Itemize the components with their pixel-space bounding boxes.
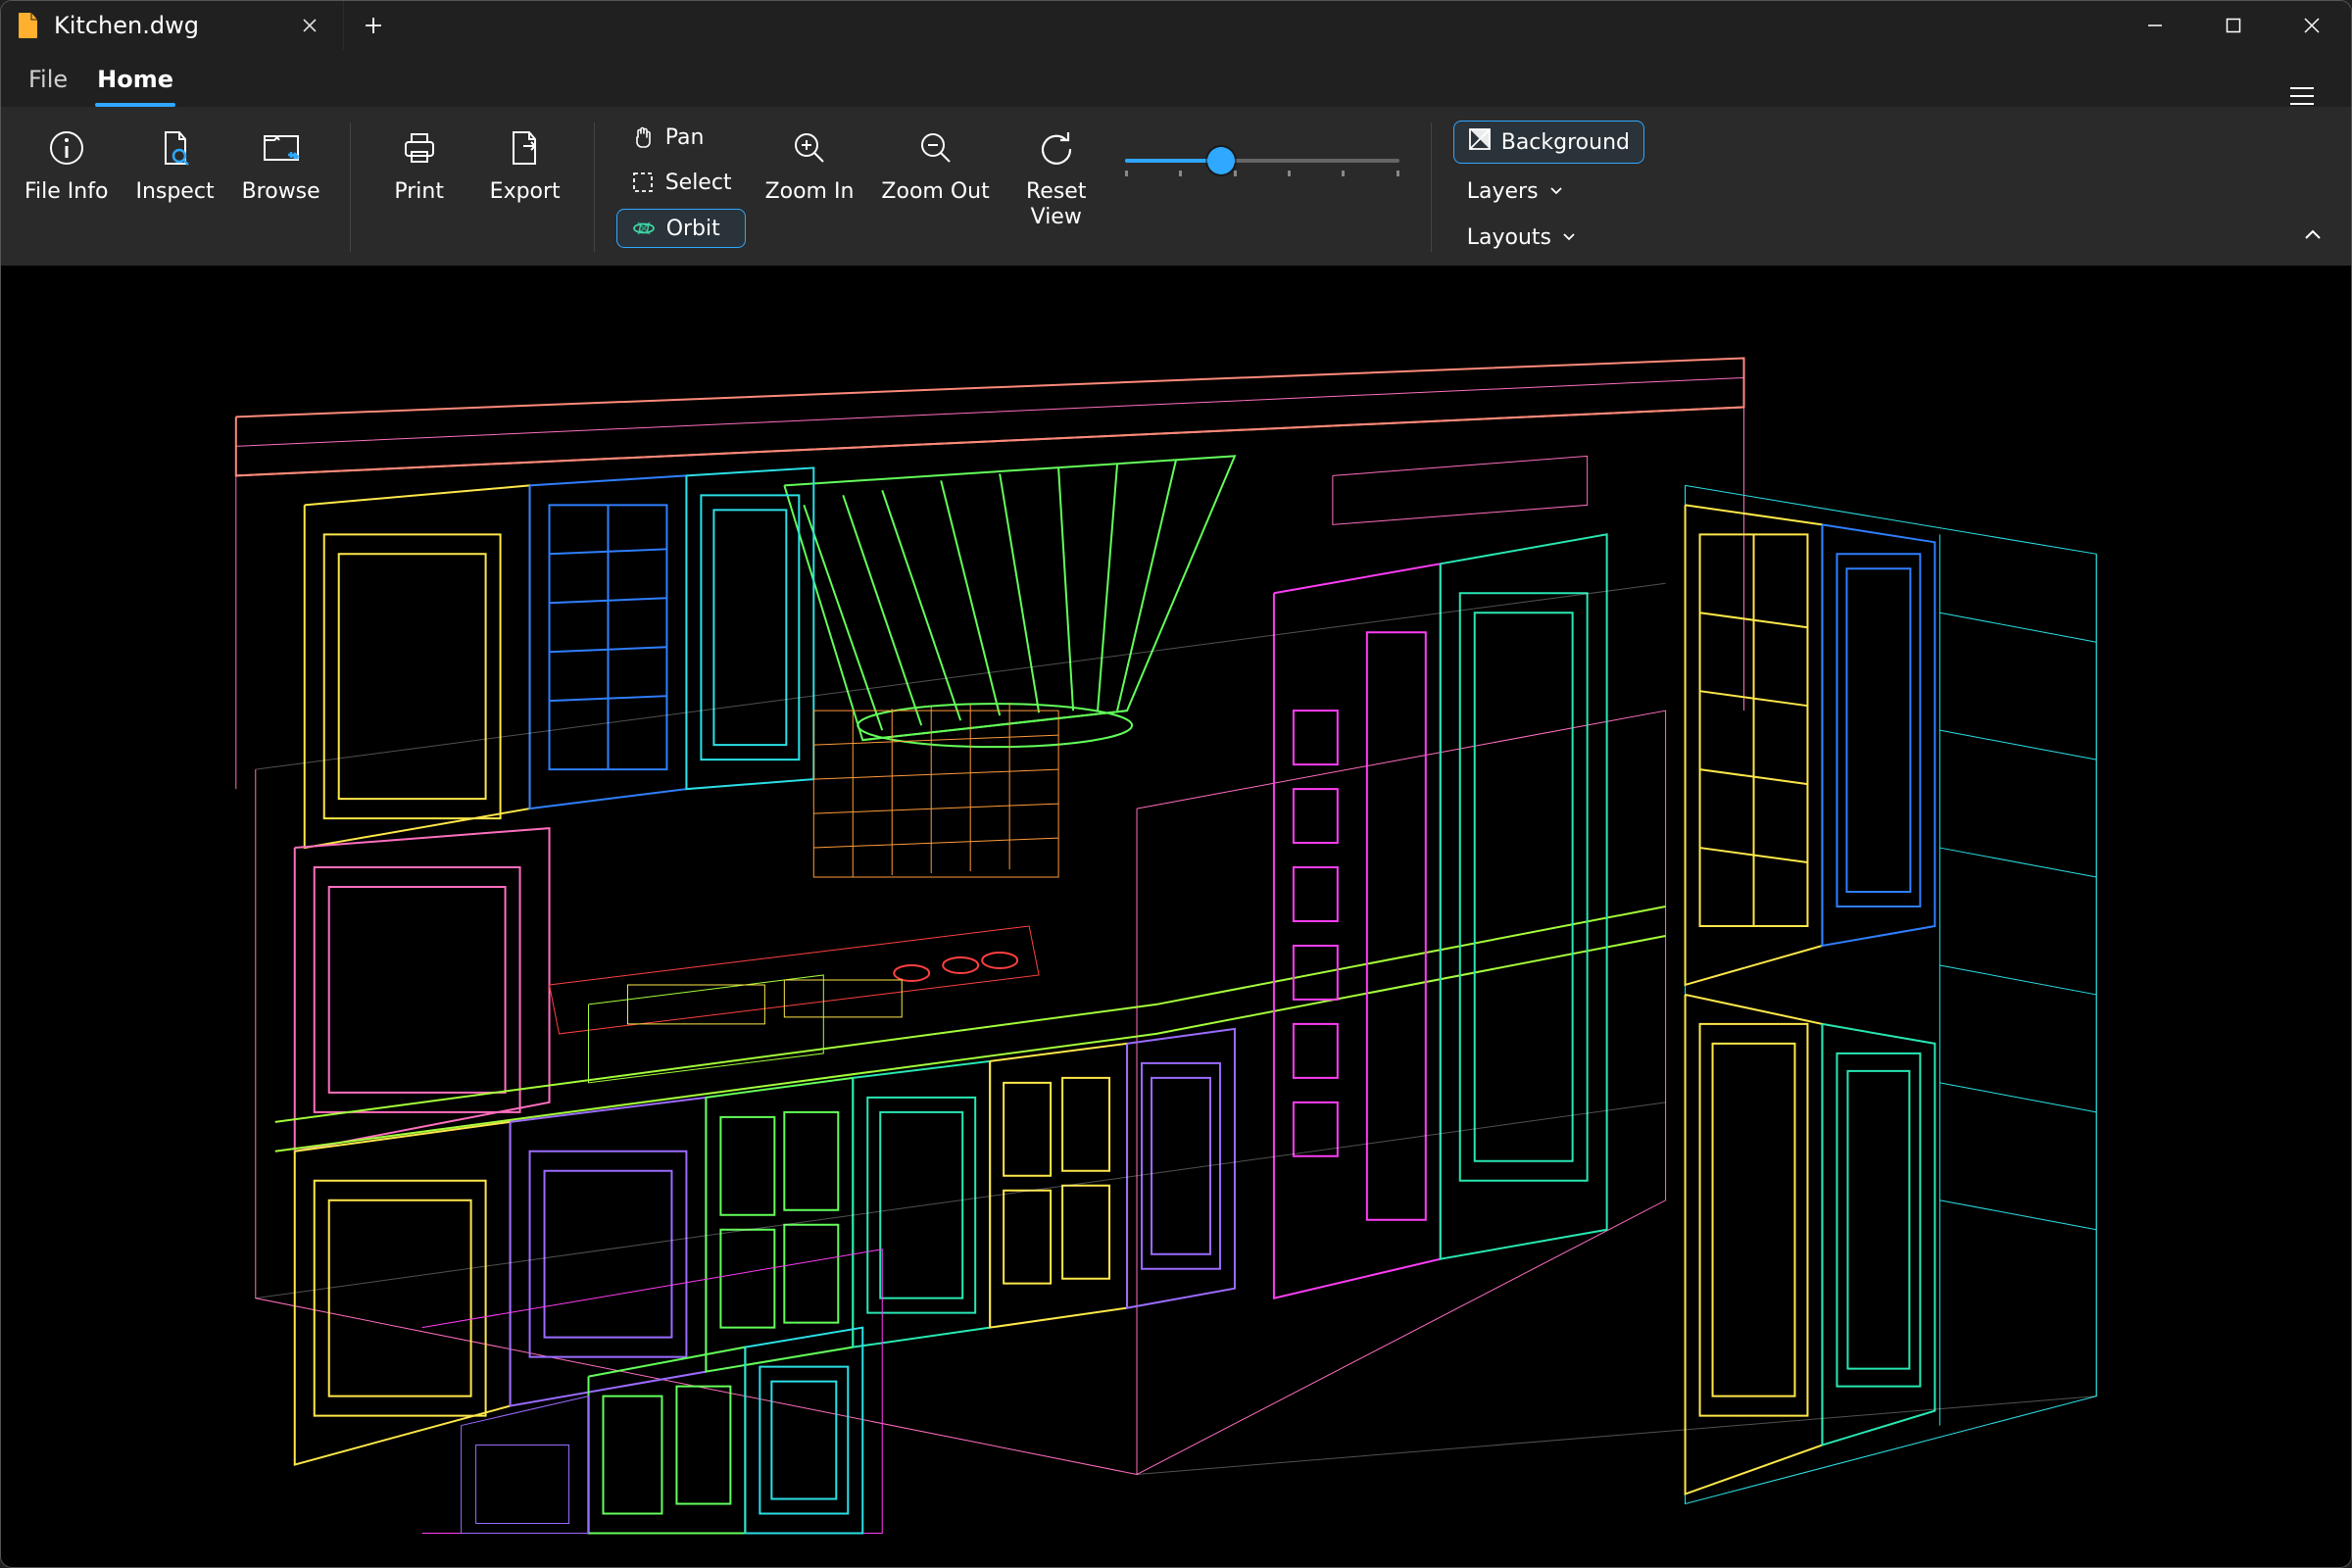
select-icon [630, 170, 656, 195]
orbit-button[interactable]: Orbit [616, 209, 746, 248]
inspect-icon [156, 126, 195, 170]
minimize-button[interactable] [2116, 1, 2194, 50]
zoom-slider-thumb[interactable] [1207, 147, 1235, 174]
titlebar: Kitchen.dwg [1, 1, 2351, 50]
close-tab-button[interactable] [296, 12, 323, 39]
file-info-button[interactable]: File Info [17, 119, 116, 211]
pan-button[interactable]: Pan [616, 119, 746, 156]
ribbon-group-output: Print Export [372, 119, 572, 211]
ribbon: File Info Inspect Browse Print [1, 107, 2351, 266]
menu-home[interactable]: Home [85, 56, 185, 107]
browse-button[interactable]: Browse [234, 119, 328, 211]
orbit-icon [631, 216, 657, 241]
ribbon-group-navigate: Pan Select Orbit [616, 119, 1409, 248]
reset-view-button[interactable]: Reset View [1009, 119, 1103, 237]
print-button[interactable]: Print [372, 119, 466, 211]
new-tab-button[interactable] [344, 1, 403, 50]
chevron-down-icon [1561, 225, 1577, 250]
menu-file[interactable]: File [17, 56, 79, 107]
app-window: Kitchen.dwg File Home [0, 0, 2352, 1568]
browse-label: Browse [242, 179, 320, 205]
background-icon [1468, 127, 1492, 157]
titlebar-drag-area[interactable] [403, 1, 2116, 50]
document-tab[interactable]: Kitchen.dwg [1, 1, 344, 50]
layouts-label: Layouts [1467, 225, 1551, 250]
export-icon [506, 126, 545, 170]
layers-label: Layers [1467, 179, 1539, 204]
close-window-button[interactable] [2273, 1, 2351, 50]
tab-title: Kitchen.dwg [54, 12, 282, 39]
ribbon-separator [350, 122, 351, 252]
print-label: Print [394, 179, 444, 205]
zoom-in-icon [790, 126, 829, 170]
layers-dropdown[interactable]: Layers [1453, 173, 1644, 210]
export-button[interactable]: Export [478, 119, 572, 211]
reset-icon [1037, 126, 1076, 170]
print-icon [400, 126, 439, 170]
wireframe-rendering [1, 266, 2351, 1567]
zoom-out-label: Zoom Out [881, 179, 989, 205]
info-icon [47, 126, 86, 170]
reset-view-label: Reset View [1026, 179, 1086, 231]
menu-strip: File Home [1, 50, 2351, 107]
pan-label: Pan [665, 125, 705, 150]
folder-icon [261, 126, 302, 170]
background-label: Background [1501, 130, 1630, 155]
orbit-label: Orbit [666, 217, 720, 241]
file-info-label: File Info [24, 179, 108, 205]
export-label: Export [490, 179, 561, 205]
background-button[interactable]: Background [1453, 121, 1644, 164]
zoom-in-button[interactable]: Zoom In [758, 119, 862, 211]
window-controls [2116, 1, 2351, 50]
select-label: Select [665, 171, 732, 195]
model-viewport[interactable] [1, 266, 2351, 1567]
maximize-button[interactable] [2194, 1, 2273, 50]
zoom-slider[interactable] [1115, 119, 1409, 164]
ribbon-group-view-settings: Background Layers Layouts [1453, 119, 1644, 256]
select-button[interactable]: Select [616, 164, 746, 201]
chevron-down-icon [1548, 179, 1564, 204]
zoom-in-label: Zoom In [765, 179, 855, 205]
ribbon-separator [1431, 122, 1432, 252]
file-icon [17, 12, 40, 39]
layouts-dropdown[interactable]: Layouts [1453, 220, 1644, 256]
ribbon-separator [594, 122, 595, 252]
inspect-button[interactable]: Inspect [127, 119, 221, 211]
zoom-out-icon [916, 126, 956, 170]
overflow-menu-button[interactable] [2269, 85, 2335, 107]
inspect-label: Inspect [135, 179, 214, 205]
collapse-ribbon-button[interactable] [2302, 224, 2324, 252]
hand-icon [630, 124, 656, 150]
ribbon-group-file: File Info Inspect Browse [17, 119, 328, 211]
zoom-out-button[interactable]: Zoom Out [873, 119, 997, 211]
